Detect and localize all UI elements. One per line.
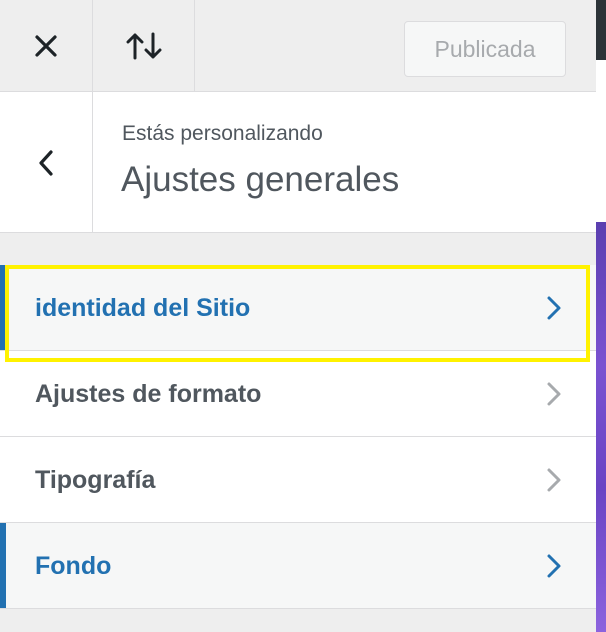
chevron-right-icon (547, 296, 561, 320)
customize-info: Estás personalizando Ajustes generales (0, 92, 596, 233)
preview-edge-image (596, 222, 606, 632)
section-label: identidad del Sitio (35, 294, 251, 322)
customizer-panel: Publicada Estás personalizando Ajustes g… (0, 0, 596, 632)
section-label: Ajustes de formato (35, 380, 262, 408)
section-label: Tipografía (35, 466, 156, 494)
back-button[interactable] (0, 92, 93, 233)
chevron-right-icon (547, 554, 561, 578)
section-typography[interactable]: Tipografía (0, 437, 596, 523)
sort-arrows-icon (126, 32, 161, 60)
section-layout-settings[interactable]: Ajustes de formato (0, 351, 596, 437)
close-button[interactable] (0, 0, 93, 92)
section-list: identidad del Sitio Ajustes de formato T… (0, 265, 596, 609)
panel-title: Ajustes generales (121, 160, 400, 199)
close-icon (35, 35, 57, 57)
customizing-subtitle: Estás personalizando (122, 122, 323, 145)
preview-edge-top (596, 0, 606, 60)
customizer-header: Publicada (0, 0, 596, 92)
reorder-button[interactable] (93, 0, 195, 92)
preview-edge (596, 0, 606, 632)
chevron-right-icon (547, 468, 561, 492)
section-label: Fondo (35, 552, 112, 580)
publish-button[interactable]: Publicada (404, 21, 566, 77)
section-site-identity[interactable]: identidad del Sitio (0, 265, 596, 351)
section-background[interactable]: Fondo (0, 523, 596, 609)
chevron-left-icon (39, 149, 53, 176)
chevron-right-icon (547, 382, 561, 406)
